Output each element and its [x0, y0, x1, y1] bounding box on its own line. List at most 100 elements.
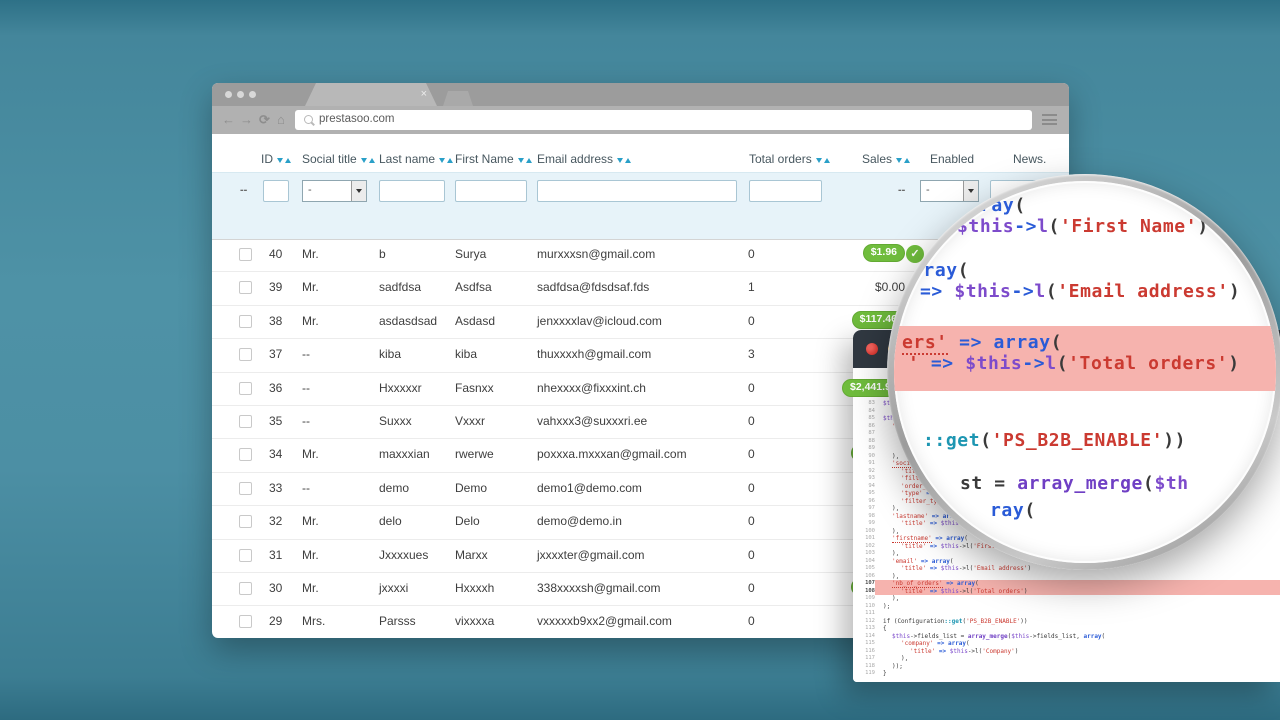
cell-social-title: --	[302, 481, 310, 495]
sort-arrows-icon[interactable]	[816, 152, 830, 166]
close-icon[interactable]	[866, 343, 878, 355]
menu-icon[interactable]	[1042, 114, 1057, 125]
row-checkbox[interactable]	[239, 382, 252, 395]
code-line: 'company' => array(	[883, 640, 1280, 648]
cell-email: jxxxxter@gmail.com	[537, 548, 645, 562]
line-number: 97	[853, 505, 875, 513]
row-checkbox[interactable]	[239, 281, 252, 294]
column-header-last-name[interactable]: Last name	[379, 152, 453, 166]
magnified-code-line: ray(	[980, 195, 1026, 216]
url-text[interactable]: prestasoo.com	[319, 113, 394, 125]
home-icon[interactable]: ⌂	[277, 111, 285, 129]
cell-id: 40	[269, 247, 282, 261]
sort-arrows-icon[interactable]	[361, 152, 375, 166]
filter-enabled-select[interactable]: -	[920, 180, 979, 202]
window-dot-icon[interactable]	[249, 91, 256, 98]
cell-id: 39	[269, 280, 282, 294]
sort-arrows-icon[interactable]	[518, 152, 532, 166]
address-bar[interactable]: prestasoo.com	[295, 110, 1032, 130]
code-line: $this->fields_list = array_merge($this->…	[883, 633, 1280, 641]
column-header-social-title[interactable]: Social title	[302, 152, 375, 166]
cell-email: demo@demo.in	[537, 514, 622, 528]
line-number: 100	[853, 528, 875, 536]
cell-email: thuxxxxh@gmail.com	[537, 347, 651, 361]
row-checkbox[interactable]	[239, 315, 252, 328]
cell-total-orders: 1	[748, 280, 755, 294]
filter-id-input[interactable]	[263, 180, 289, 202]
column-header-id[interactable]: ID	[261, 152, 291, 166]
line-number: 105	[853, 565, 875, 573]
refresh-icon[interactable]: ⟳	[259, 111, 270, 129]
line-number-gutter: 8384858687888990919293949596979899100101…	[853, 400, 875, 678]
cell-last-name: sadfdsa	[379, 280, 421, 294]
line-number: 108	[853, 588, 875, 596]
cell-first-name: rwerwe	[455, 447, 494, 461]
line-number: 110	[853, 603, 875, 611]
cell-email: demo1@demo.com	[537, 481, 642, 495]
forward-icon[interactable]: →	[240, 111, 253, 129]
new-tab-button[interactable]	[443, 91, 473, 106]
cell-first-name: Hxxxxh	[455, 581, 494, 595]
line-number: 87	[853, 430, 875, 438]
filter-first-name-input[interactable]	[455, 180, 527, 202]
browser-titlebar[interactable]: ×	[212, 83, 1069, 106]
row-checkbox[interactable]	[239, 348, 252, 361]
sort-arrows-icon[interactable]	[896, 152, 910, 166]
row-checkbox[interactable]	[239, 415, 252, 428]
sort-arrows-icon[interactable]	[277, 152, 291, 166]
cell-social-title: Mr.	[302, 548, 319, 562]
column-header-first-name[interactable]: First Name	[455, 152, 532, 166]
chevron-down-icon	[351, 181, 366, 201]
search-icon	[304, 115, 313, 124]
row-checkbox[interactable]	[239, 448, 252, 461]
cell-first-name: Asdfsa	[455, 280, 492, 294]
line-number: 90	[853, 453, 875, 461]
filter-social-title-select[interactable]: -	[302, 180, 367, 202]
code-line: }	[883, 670, 1280, 678]
cell-first-name: Marxx	[455, 548, 488, 562]
cell-last-name: Suxxx	[379, 414, 412, 428]
cell-total-orders: 0	[748, 314, 755, 328]
back-icon[interactable]: ←	[222, 111, 235, 129]
tab-close-icon[interactable]: ×	[421, 87, 427, 101]
cell-email: jenxxxxlav@icloud.com	[537, 314, 662, 328]
line-number: 84	[853, 408, 875, 416]
code-line: );	[883, 603, 1280, 611]
filter-last-name-input[interactable]	[379, 180, 445, 202]
line-number: 115	[853, 640, 875, 648]
row-checkbox[interactable]	[239, 482, 252, 495]
row-checkbox[interactable]	[239, 582, 252, 595]
cell-first-name: Asdasd	[455, 314, 495, 328]
magnified-code-line: $this->l('First Name')	[957, 216, 1209, 237]
row-checkbox[interactable]	[239, 515, 252, 528]
window-dot-icon[interactable]	[237, 91, 244, 98]
sort-arrows-icon[interactable]	[617, 152, 631, 166]
filter-sales-dash: --	[898, 184, 905, 196]
row-checkbox[interactable]	[239, 549, 252, 562]
line-number: 88	[853, 438, 875, 446]
cell-id: 34	[269, 447, 282, 461]
cell-email: murxxxsn@gmail.com	[537, 247, 655, 261]
column-header-email-address[interactable]: Email address	[537, 152, 631, 166]
cell-id: 35	[269, 414, 282, 428]
filter-email-input[interactable]	[537, 180, 737, 202]
line-number: 107	[853, 580, 875, 588]
cell-first-name: kiba	[455, 347, 477, 361]
window-dot-icon[interactable]	[225, 91, 232, 98]
code-line: {	[883, 625, 1280, 633]
row-checkbox[interactable]	[239, 615, 252, 628]
browser-tab[interactable]: ×	[305, 83, 437, 106]
cell-id: 29	[269, 614, 282, 628]
cell-total-orders: 0	[748, 548, 755, 562]
code-line: 'nb_of_orders' => array(	[883, 580, 1280, 588]
cell-total-orders: 0	[748, 481, 755, 495]
line-number: 96	[853, 498, 875, 506]
cell-last-name: demo	[379, 481, 409, 495]
sort-arrows-icon[interactable]	[439, 152, 453, 166]
line-number: 119	[853, 670, 875, 678]
filter-total-orders-input[interactable]	[749, 180, 822, 202]
line-number: 116	[853, 648, 875, 656]
row-checkbox[interactable]	[239, 248, 252, 261]
column-header-sales[interactable]: Sales	[862, 152, 910, 166]
column-header-total-orders[interactable]: Total orders	[749, 152, 830, 166]
